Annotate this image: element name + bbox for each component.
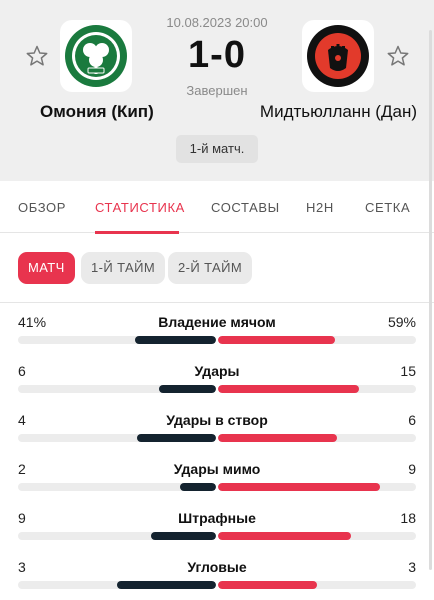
period-second-half-button[interactable]: 2-Й ТАЙМ — [168, 252, 253, 284]
stat-home-track — [18, 385, 216, 393]
stat-home-track — [18, 581, 216, 589]
stat-away-value: 59% — [387, 314, 416, 330]
stat-away-bar — [218, 532, 351, 540]
stat-away-track — [218, 336, 416, 344]
stat-away-track — [218, 385, 416, 393]
period-first-half-button[interactable]: 1-Й ТАЙМ — [81, 252, 166, 284]
away-team-name[interactable]: Мидтьюлланн (Дан) — [260, 102, 417, 122]
stat-away-track — [218, 483, 416, 491]
stat-row: 2 Удары мимо 9 — [0, 461, 434, 501]
stat-home-bar — [135, 336, 216, 344]
scrollbar[interactable] — [429, 30, 432, 570]
stat-away-track — [218, 434, 416, 442]
away-team-logo[interactable] — [302, 20, 374, 92]
stat-home-bar — [180, 483, 216, 491]
stat-row: 9 Штрафные 18 — [0, 510, 434, 550]
stat-home-bar — [137, 434, 216, 442]
stat-away-value: 6 — [408, 412, 416, 428]
stats-divider — [0, 302, 434, 303]
stat-row: 6 Удары 15 — [0, 363, 434, 403]
stat-away-value: 3 — [408, 559, 416, 575]
match-header: 10.08.2023 20:00 1-0 Завершен Омония (Ки… — [0, 0, 434, 181]
stat-away-bar — [218, 336, 335, 344]
home-team-name[interactable]: Омония (Кип) — [40, 102, 154, 122]
stat-away-value: 9 — [408, 461, 416, 477]
stat-away-bar — [218, 483, 380, 491]
stat-home-bar — [151, 532, 216, 540]
stat-row: 41% Владение мячом 59% — [0, 314, 434, 354]
tab-statistics[interactable]: СТАТИСТИКА — [95, 200, 185, 215]
stat-home-track — [18, 483, 216, 491]
stat-home-track — [18, 434, 216, 442]
tab-bracket[interactable]: СЕТКА — [365, 200, 410, 215]
stat-home-bar — [117, 581, 216, 589]
stat-row: 4 Удары в створ 6 — [0, 412, 434, 452]
tab-overview[interactable]: ОБЗОР — [18, 200, 66, 215]
tab-lineups[interactable]: СОСТАВЫ — [211, 200, 280, 215]
stat-away-value: 15 — [400, 363, 416, 379]
stat-home-track — [18, 336, 216, 344]
stat-home-track — [18, 532, 216, 540]
stat-label: Владение мячом — [158, 314, 276, 330]
match-tabs: ОБЗОР СТАТИСТИКА СОСТАВЫ H2H СЕТКА — [0, 181, 434, 234]
leg-badge: 1-й матч. — [176, 135, 258, 163]
active-tab-indicator — [95, 231, 179, 234]
stat-label: Штрафные — [178, 510, 256, 526]
stat-away-bar — [218, 434, 337, 442]
stat-label: Угловые — [187, 559, 247, 575]
stat-row: 3 Угловые 3 — [0, 559, 434, 599]
stat-label: Удары мимо — [173, 461, 261, 477]
favorite-away-star-icon[interactable] — [386, 44, 410, 68]
midtjylland-crest-icon — [307, 25, 369, 87]
stat-label: Удары в створ — [166, 412, 268, 428]
stat-away-track — [218, 581, 416, 589]
stat-home-bar — [159, 385, 216, 393]
period-match-button[interactable]: МАТЧ — [18, 252, 75, 284]
stat-away-bar — [218, 581, 317, 589]
stat-label: Удары — [194, 363, 240, 379]
stat-away-bar — [218, 385, 359, 393]
stat-away-value: 18 — [400, 510, 416, 526]
stat-away-track — [218, 532, 416, 540]
tab-h2h[interactable]: H2H — [306, 200, 334, 215]
